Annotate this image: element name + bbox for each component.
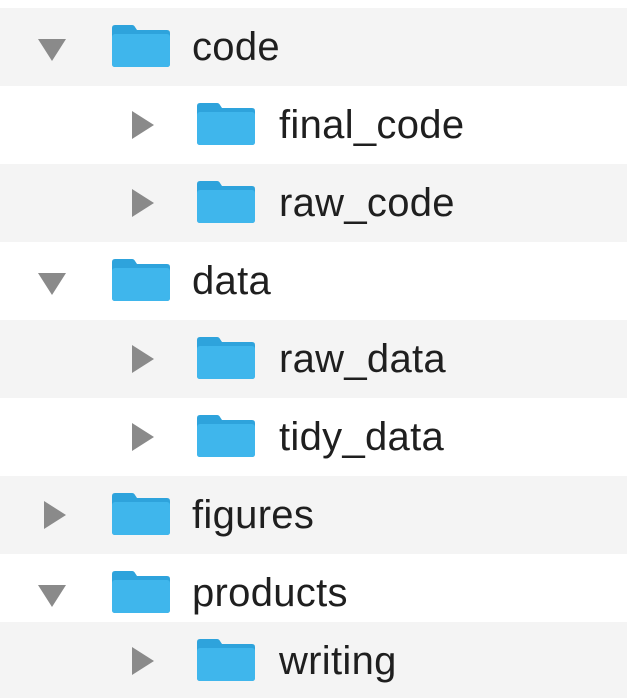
disclosure-triangle-right-icon[interactable] xyxy=(132,647,154,675)
folder-icon xyxy=(195,636,257,682)
tree-item-label: raw_data xyxy=(279,337,446,381)
tree-row-final-code[interactable]: final_code xyxy=(0,86,627,164)
tree-item-label: products xyxy=(192,571,348,615)
disclosure-triangle-right-icon[interactable] xyxy=(44,501,66,529)
folder-icon xyxy=(195,178,257,224)
tree-item-label: writing xyxy=(279,639,397,683)
folder-icon xyxy=(110,490,172,536)
folder-icon xyxy=(110,256,172,302)
folder-icon xyxy=(195,334,257,380)
folder-icon xyxy=(110,568,172,614)
tree-item-label: figures xyxy=(192,493,315,537)
disclosure-triangle-down-icon[interactable] xyxy=(38,39,66,61)
disclosure-triangle-down-icon[interactable] xyxy=(38,585,66,607)
disclosure-triangle-down-icon[interactable] xyxy=(38,273,66,295)
disclosure-triangle-right-icon[interactable] xyxy=(132,345,154,373)
tree-item-label: tidy_data xyxy=(279,415,445,459)
file-tree: code final_code raw_code data raw_data t… xyxy=(0,0,627,698)
tree-item-label: raw_code xyxy=(279,181,455,225)
tree-row-raw-code[interactable]: raw_code xyxy=(0,164,627,242)
tree-item-label: code xyxy=(192,25,280,69)
disclosure-triangle-right-icon[interactable] xyxy=(132,423,154,451)
folder-icon xyxy=(110,22,172,68)
tree-row-tidy-data[interactable]: tidy_data xyxy=(0,398,627,476)
disclosure-triangle-right-icon[interactable] xyxy=(132,189,154,217)
tree-item-label: data xyxy=(192,259,272,303)
disclosure-triangle-right-icon[interactable] xyxy=(132,111,154,139)
tree-row-data[interactable]: data xyxy=(0,242,627,320)
tree-row-code[interactable]: code xyxy=(0,8,627,86)
tree-row-figures[interactable]: figures xyxy=(0,476,627,554)
folder-icon xyxy=(195,100,257,146)
tree-row-products[interactable]: products xyxy=(0,554,627,632)
tree-row-raw-data[interactable]: raw_data xyxy=(0,320,627,398)
tree-item-label: final_code xyxy=(279,103,465,147)
folder-icon xyxy=(195,412,257,458)
tree-row-writing[interactable]: writing xyxy=(0,622,627,698)
